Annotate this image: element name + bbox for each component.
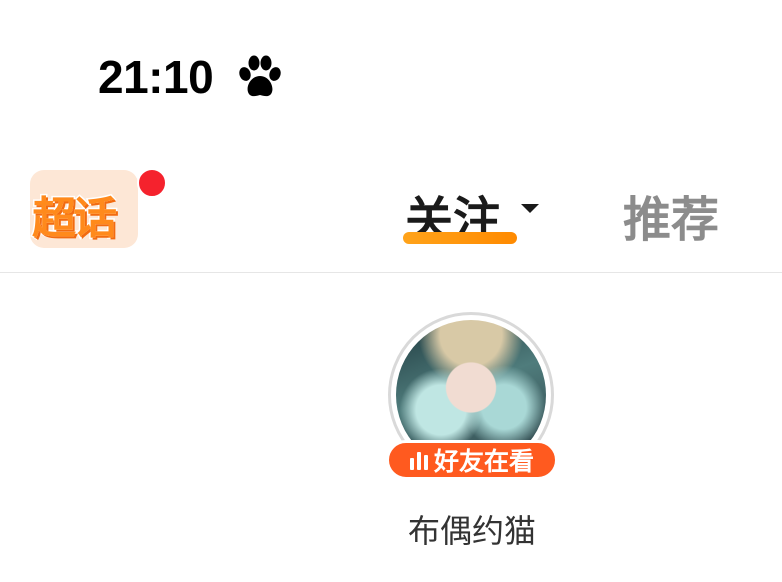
active-tab-indicator — [403, 232, 517, 244]
caret-down-icon[interactable] — [521, 204, 539, 213]
logo-text: 超话 — [31, 192, 119, 246]
nav-divider — [0, 272, 782, 273]
notification-dot — [137, 168, 167, 198]
bars-icon — [409, 450, 428, 470]
paw-icon — [239, 55, 281, 97]
friend-name[interactable]: 布偶约猫 — [380, 506, 564, 552]
supertopic-logo[interactable]: 超话 — [30, 168, 170, 280]
status-bar: 21:10 — [0, 0, 782, 120]
badge-label: 好友在看 — [433, 447, 534, 476]
tab-recommend[interactable]: 推荐 — [623, 180, 719, 250]
status-time: 21:10 — [98, 51, 214, 103]
top-nav: 超话 关注 推荐 — [0, 140, 782, 274]
friends-watching-badge: 好友在看 — [386, 440, 558, 480]
friend-card[interactable]: 好友在看 布偶约猫 — [380, 312, 564, 582]
